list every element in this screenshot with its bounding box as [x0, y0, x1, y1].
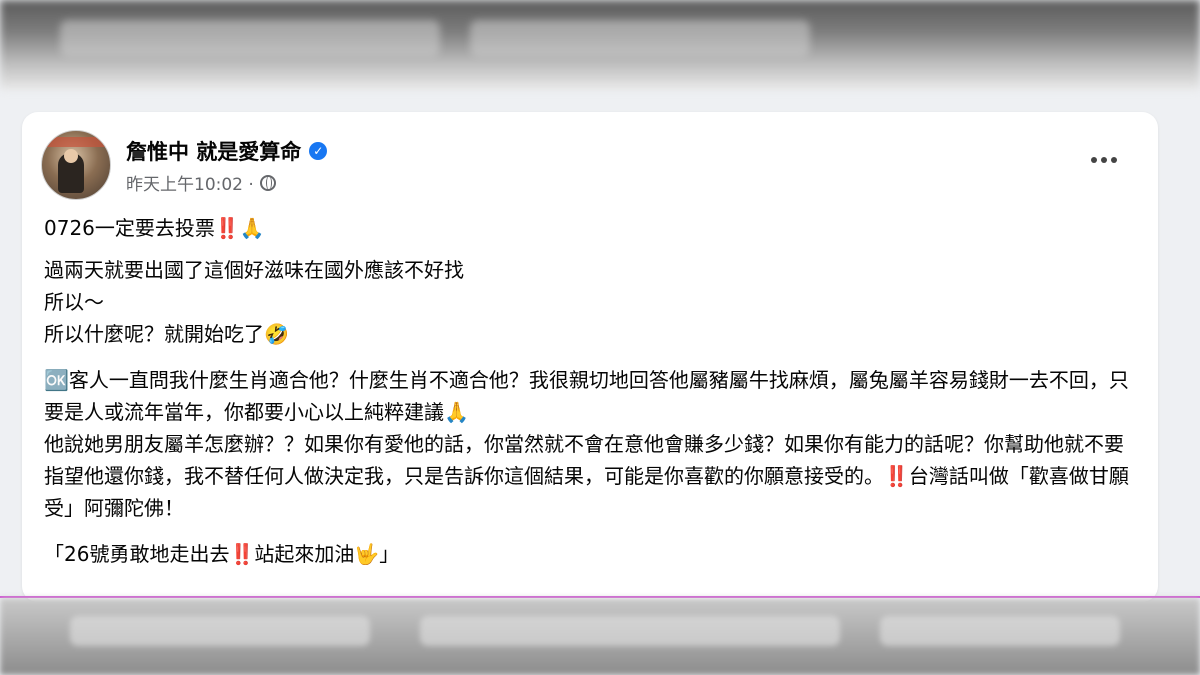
post-paragraph-zodiac: 🆗客人一直問我什麼生肖適合他？什麼生肖不適合他？我很親切地回答他屬豬屬牛找麻煩，…	[44, 368, 1129, 520]
post-paragraph-vote: 0726一定要去投票‼️🙏	[44, 216, 265, 240]
author-avatar[interactable]	[41, 130, 111, 200]
post-paragraph-travel: 過兩天就要出國了這個好滋味在國外應該不好找 所以～ 所以什麼呢？就開始吃了🤣	[44, 258, 464, 346]
more-options-icon	[1091, 157, 1097, 163]
more-options-button[interactable]	[1082, 142, 1126, 178]
more-options-icon	[1101, 157, 1107, 163]
blurred-top-region	[0, 0, 1200, 90]
verified-badge-icon: ✓	[309, 142, 328, 160]
author-name[interactable]: 詹惟中 就是愛算命	[126, 136, 301, 166]
post-paragraph-closing: 「26號勇敢地走出去‼️站起來加油🤟」	[44, 542, 400, 566]
post-timestamp[interactable]: 昨天上午10:02 ·	[126, 170, 254, 195]
globe-icon	[259, 174, 276, 191]
more-options-icon	[1111, 157, 1117, 163]
blurred-bottom-region	[0, 598, 1200, 675]
post-body: 0726一定要去投票‼️🙏 過兩天就要出國了這個好滋味在國外應該不好找 所以～ …	[44, 212, 1134, 570]
facebook-post-card: 詹惟中 就是愛算命 ✓ 昨天上午10:02 · 0726一定要去投票‼️🙏 過兩…	[22, 112, 1158, 602]
author-row: 詹惟中 就是愛算命 ✓	[126, 136, 328, 166]
post-meta: 昨天上午10:02 ·	[126, 170, 276, 195]
